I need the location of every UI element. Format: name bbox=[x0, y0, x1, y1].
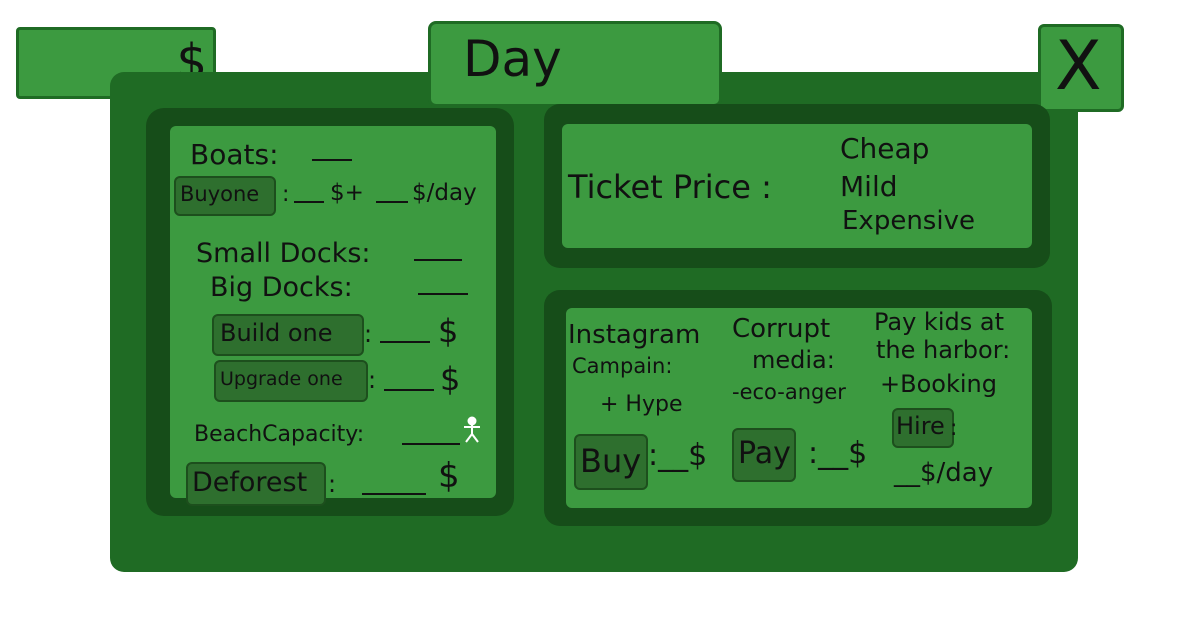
instagram-effect: + Hype bbox=[600, 392, 683, 417]
instagram-title-2: Campain: bbox=[572, 354, 673, 378]
buy-button[interactable]: Buy bbox=[574, 434, 648, 490]
buy-one-button[interactable]: Buyone bbox=[174, 176, 276, 216]
hire-label: Hire bbox=[896, 412, 945, 440]
corrupt-title-1: Corrupt bbox=[732, 314, 831, 344]
build-colon: : bbox=[364, 320, 373, 348]
corrupt-effect: -eco-anger bbox=[732, 380, 846, 404]
boat-cost-blank bbox=[294, 190, 324, 204]
kids-effect: +Booking bbox=[880, 370, 997, 398]
ticket-option-cheap[interactable]: Cheap bbox=[840, 132, 929, 165]
upgrade-colon: : bbox=[368, 366, 377, 394]
upgrade-one-label: Upgrade one bbox=[220, 368, 343, 390]
upgrade-dollar: $ bbox=[440, 360, 461, 398]
big-docks-label: Big Docks: bbox=[210, 272, 353, 303]
beach-capacity-blank bbox=[402, 432, 460, 446]
upgrade-cost-blank bbox=[384, 378, 434, 392]
hire-cost: __$/day bbox=[894, 458, 994, 488]
kids-title-1: Pay kids at bbox=[874, 308, 1004, 336]
build-cost-blank bbox=[380, 330, 430, 344]
boats-value-blank bbox=[312, 148, 352, 162]
day-title: Day bbox=[463, 30, 562, 88]
pay-cost: :__$ bbox=[808, 436, 868, 471]
buy-one-label: Buyone bbox=[180, 182, 260, 206]
close-button[interactable]: X bbox=[1038, 24, 1124, 112]
corrupt-title-2: media: bbox=[752, 346, 835, 374]
person-icon bbox=[464, 416, 480, 443]
boat-cost-per-day: $/day bbox=[412, 180, 477, 206]
small-docks-blank bbox=[414, 248, 462, 262]
build-dollar: $ bbox=[438, 312, 459, 350]
build-one-label: Build one bbox=[220, 319, 333, 347]
buy-label: Buy bbox=[580, 442, 642, 480]
boat-cost-dollar: $+ bbox=[330, 180, 364, 206]
pay-button[interactable]: Pay bbox=[732, 428, 796, 482]
ticket-price-label: Ticket Price : bbox=[568, 168, 772, 206]
small-docks-label: Small Docks: bbox=[196, 238, 371, 269]
build-one-button[interactable]: Build one bbox=[212, 314, 364, 356]
boat-upkeep-blank bbox=[376, 190, 408, 204]
beach-capacity-label: BeachCapacity: bbox=[194, 422, 365, 447]
buy-cost: :__$ bbox=[648, 438, 708, 473]
deforest-button[interactable]: Deforest bbox=[186, 462, 326, 506]
deforest-cost-blank bbox=[362, 482, 426, 496]
boats-label: Boats: bbox=[190, 138, 279, 171]
hire-button[interactable]: Hire bbox=[892, 408, 954, 448]
close-icon: X bbox=[1055, 27, 1102, 106]
deforest-label: Deforest bbox=[192, 467, 308, 498]
deforest-dollar: $ bbox=[438, 456, 460, 496]
instagram-title-1: Instagram bbox=[568, 320, 701, 350]
boat-cost-colon: : bbox=[282, 182, 290, 207]
big-docks-blank bbox=[418, 282, 468, 296]
pay-label: Pay bbox=[738, 436, 791, 471]
deforest-colon: : bbox=[328, 470, 337, 498]
day-tab: Day bbox=[428, 21, 722, 107]
ticket-option-expensive[interactable]: Expensive bbox=[842, 206, 975, 236]
ticket-option-mild[interactable]: Mild bbox=[840, 170, 898, 203]
hire-colon: : bbox=[950, 416, 958, 441]
kids-title-2: the harbor: bbox=[876, 336, 1011, 364]
upgrade-one-button[interactable]: Upgrade one bbox=[214, 360, 368, 402]
